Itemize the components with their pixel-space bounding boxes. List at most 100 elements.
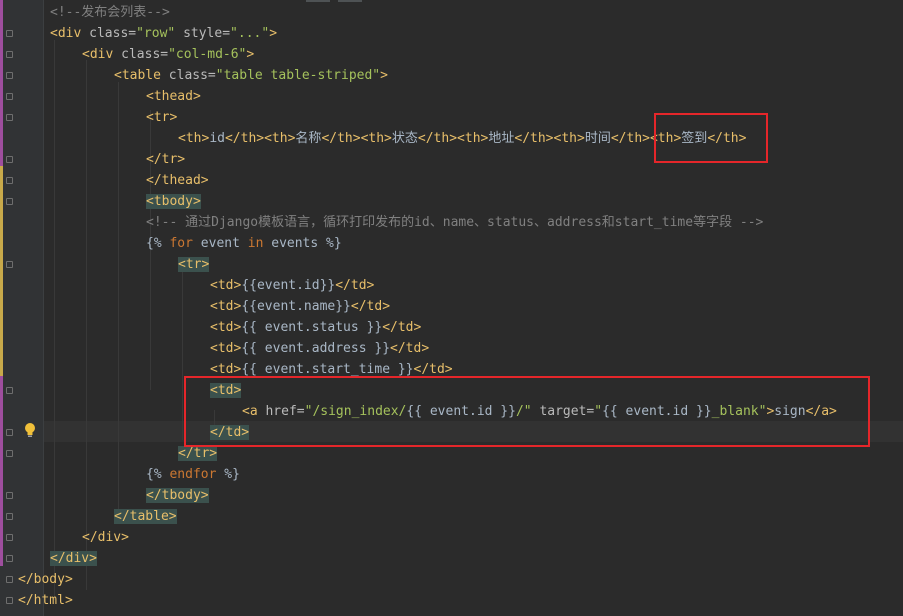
code-line[interactable]: <tbody> <box>146 191 201 212</box>
code-token: </td> <box>413 362 453 377</box>
code-token: </tbody> <box>146 488 209 503</box>
annotation-box-th-sign <box>654 113 768 163</box>
code-token: <td> <box>210 320 242 335</box>
indent-guide <box>118 82 119 522</box>
fold-marker-icon[interactable] <box>6 198 13 205</box>
code-token: "col-md-6" <box>168 47 247 62</box>
fold-marker-icon[interactable] <box>6 387 13 394</box>
code-token: </div> <box>50 551 97 566</box>
fold-marker-icon[interactable] <box>6 51 13 58</box>
code-line[interactable]: </body> <box>18 569 73 590</box>
code-token: </table> <box>114 509 177 524</box>
indent-guide <box>182 270 183 440</box>
fold-marker-icon[interactable] <box>6 450 13 457</box>
fold-marker-icon[interactable] <box>6 492 13 499</box>
code-token: class= <box>168 68 216 83</box>
change-stripe <box>0 166 3 376</box>
code-line[interactable]: <!--发布会列表--> <box>50 2 170 23</box>
code-token: </td> <box>382 320 422 335</box>
code-line[interactable]: </html> <box>18 590 73 611</box>
code-token: event <box>200 236 248 251</box>
code-line[interactable]: </tbody> <box>146 485 209 506</box>
code-token: class= <box>89 26 137 41</box>
code-token: %} <box>224 467 240 482</box>
fold-marker-icon[interactable] <box>6 261 13 268</box>
code-token: > <box>246 47 255 62</box>
code-line[interactable]: <td>{{ event.address }}</td> <box>210 338 429 359</box>
code-line[interactable]: <div class="row" style="..."> <box>50 23 277 44</box>
code-line[interactable]: </table> <box>114 506 177 527</box>
code-token: <div <box>50 26 90 41</box>
fold-marker-icon[interactable] <box>6 72 13 79</box>
code-token: <!--发布会列表--> <box>50 5 170 20</box>
code-token: </th><th> <box>417 131 489 146</box>
fold-marker-icon[interactable] <box>6 555 13 562</box>
annotation-box-td-link <box>184 376 870 447</box>
code-token: id <box>209 131 225 146</box>
code-editor[interactable]: <!--发布会列表--> <div class="row" style="..."… <box>0 0 903 616</box>
code-token: </th><th> <box>514 131 585 146</box>
fold-marker-icon[interactable] <box>6 93 13 100</box>
code-token: 名称 <box>295 131 322 146</box>
code-token: <!-- 通过Django模板语言，循环打印发布的id、name、status、… <box>146 215 764 230</box>
code-token: <td> <box>210 278 242 293</box>
code-token: </th><th> <box>224 131 296 146</box>
code-line[interactable]: <td>{{event.name}}</td> <box>210 296 390 317</box>
code-token: {{ event.address }} <box>241 341 391 356</box>
code-token: <td> <box>210 362 242 377</box>
code-token: <th> <box>178 131 210 146</box>
fold-marker-icon[interactable] <box>6 597 13 604</box>
code-line[interactable]: <!-- 通过Django模板语言，循环打印发布的id、name、status、… <box>146 212 763 233</box>
code-line[interactable]: {% endfor %} <box>146 464 240 485</box>
code-line[interactable]: {% for event in events %} <box>146 233 342 254</box>
fold-marker-icon[interactable] <box>6 576 13 583</box>
code-token: </td> <box>350 299 391 314</box>
code-token: for <box>169 236 201 251</box>
code-token: > <box>269 26 278 41</box>
code-token: {{ event.status }} <box>241 320 383 335</box>
code-line[interactable]: <thead> <box>146 86 201 107</box>
code-token: </thead> <box>146 173 209 188</box>
code-token: </th><th> <box>321 131 392 146</box>
indent-guide <box>86 60 87 590</box>
fold-marker-icon[interactable] <box>6 114 13 121</box>
code-token: endfor <box>169 467 225 482</box>
code-token: 时间 <box>584 131 611 146</box>
code-token: <tr> <box>146 110 178 125</box>
code-token: "..." <box>230 26 270 41</box>
code-line[interactable]: <td>{{ event.status }}</td> <box>210 317 421 338</box>
code-token: {% <box>146 236 170 251</box>
code-line[interactable]: </tr> <box>146 149 185 170</box>
fold-marker-icon[interactable] <box>6 156 13 163</box>
code-line[interactable]: </div> <box>82 527 129 548</box>
gutter-divider <box>43 0 44 616</box>
code-line[interactable]: <tr> <box>146 107 177 128</box>
change-stripe <box>0 376 3 566</box>
code-line[interactable]: <tr> <box>178 254 210 275</box>
code-token: </body> <box>18 572 73 587</box>
code-token: </div> <box>82 530 129 545</box>
code-token: 地址 <box>488 131 515 146</box>
lightbulb-icon[interactable] <box>24 422 36 438</box>
code-line[interactable]: <td>{{event.id}}</td> <box>210 275 374 296</box>
code-token: </tr> <box>146 152 186 167</box>
code-line[interactable]: </div> <box>50 548 97 569</box>
fold-marker-icon[interactable] <box>6 513 13 520</box>
code-line[interactable]: <table class="table table-striped"> <box>114 65 388 86</box>
indent-guide <box>54 40 55 600</box>
tab-strip-edge <box>338 0 362 2</box>
fold-marker-icon[interactable] <box>6 177 13 184</box>
code-token: <tbody> <box>146 194 201 209</box>
fold-marker-icon[interactable] <box>6 534 13 541</box>
code-token: > <box>380 68 388 83</box>
fold-marker-icon[interactable] <box>6 429 13 436</box>
code-token: {{event.name}} <box>241 299 351 314</box>
code-line[interactable]: </thead> <box>146 170 209 191</box>
code-token: "table table-striped" <box>215 68 381 83</box>
code-token: <table <box>114 68 169 83</box>
code-token: </tr> <box>178 446 218 461</box>
code-line[interactable]: <div class="col-md-6"> <box>82 44 254 65</box>
code-token: "row" <box>136 26 184 41</box>
fold-marker-icon[interactable] <box>6 30 13 37</box>
code-token: in <box>247 236 272 251</box>
